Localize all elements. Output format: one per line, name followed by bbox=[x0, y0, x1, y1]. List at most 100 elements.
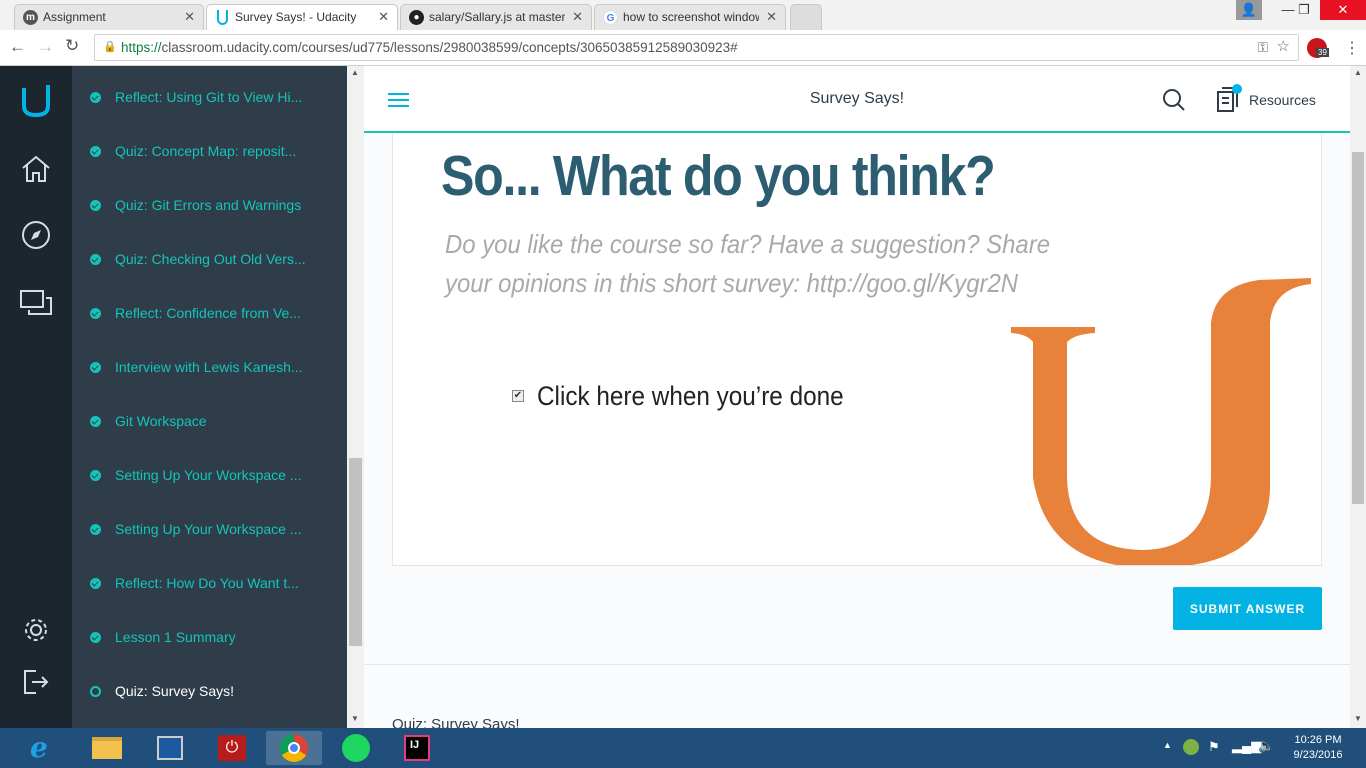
wifi-signal-icon[interactable]: ▂▄▆ bbox=[1232, 738, 1261, 754]
lesson-nav-panel: Reflect: Using Git to View Hi... Quiz: C… bbox=[72, 66, 347, 728]
url-path: classroom.udacity.com/courses/ud775/less… bbox=[161, 40, 738, 55]
new-tab-button[interactable] bbox=[790, 4, 822, 30]
submit-answer-button[interactable]: SUBMIT ANSWER bbox=[1173, 587, 1322, 630]
nav-item-label: Quiz: Git Errors and Warnings bbox=[115, 197, 302, 213]
clock[interactable]: 10:26 PM 9/23/2016 bbox=[1282, 733, 1354, 763]
back-icon[interactable]: ← bbox=[9, 37, 26, 57]
complete-check-icon bbox=[90, 308, 101, 319]
profile-icon[interactable]: 👤 bbox=[1236, 0, 1262, 20]
close-tab-icon[interactable]: ✕ bbox=[184, 5, 195, 29]
tab-title: Assignment bbox=[43, 10, 106, 24]
adblock-icon[interactable]: 39 bbox=[1307, 38, 1329, 58]
reload-icon[interactable]: ↻ bbox=[65, 36, 79, 56]
main-content: Survey Says! Resources So... What do you… bbox=[364, 66, 1350, 728]
close-tab-icon[interactable]: ✕ bbox=[378, 5, 389, 29]
done-checkbox-label[interactable]: Click here when you’re done bbox=[537, 381, 844, 412]
complete-check-icon bbox=[90, 632, 101, 643]
current-ring-icon bbox=[90, 686, 101, 697]
nav-item[interactable]: Lesson 1 Summary bbox=[72, 615, 347, 669]
nav-item[interactable]: Reflect: Using Git to View Hi... bbox=[72, 75, 347, 129]
nav-item-label: Quiz: Checking Out Old Vers... bbox=[115, 251, 306, 267]
browser-tab-strip: m Assignment ✕ Survey Says! - Udacity ✕ … bbox=[0, 0, 1366, 30]
close-tab-icon[interactable]: ✕ bbox=[572, 5, 583, 29]
search-icon[interactable] bbox=[1162, 88, 1186, 112]
tab-survey-says[interactable]: Survey Says! - Udacity ✕ bbox=[206, 4, 398, 30]
nav-item[interactable]: Setting Up Your Workspace ... bbox=[72, 453, 347, 507]
complete-check-icon bbox=[90, 146, 101, 157]
tray-app-icon[interactable] bbox=[1183, 739, 1199, 755]
scroll-up-icon[interactable]: ▲ bbox=[1354, 68, 1362, 77]
clock-time: 10:26 PM bbox=[1294, 734, 1342, 746]
network-flag-icon[interactable]: ⚑ bbox=[1208, 739, 1220, 755]
complete-check-icon bbox=[90, 524, 101, 535]
scroll-down-icon[interactable]: ▼ bbox=[1354, 714, 1362, 723]
nav-item[interactable]: Quiz: Concept Map: reposit... bbox=[72, 129, 347, 183]
nav-item[interactable]: Quiz: Checking Out Old Vers... bbox=[72, 237, 347, 291]
internet-explorer-icon[interactable]: e bbox=[16, 731, 72, 765]
complete-check-icon bbox=[90, 92, 101, 103]
sidebar-scroll-thumb[interactable] bbox=[349, 458, 362, 646]
logout-icon[interactable] bbox=[22, 669, 50, 695]
nav-item[interactable]: Git Workspace bbox=[72, 399, 347, 453]
done-checkbox[interactable]: ✔ bbox=[512, 390, 524, 402]
nav-item-current[interactable]: Quiz: Survey Says! bbox=[72, 669, 347, 723]
clock-date: 9/23/2016 bbox=[1293, 749, 1343, 761]
nav-item-label: Setting Up Your Workspace ... bbox=[115, 521, 302, 537]
nav-item-label: Quiz: Concept Map: reposit... bbox=[115, 143, 297, 159]
nav-item[interactable]: Interview with Lewis Kanesh... bbox=[72, 345, 347, 399]
complete-check-icon bbox=[90, 470, 101, 481]
resources-label[interactable]: Resources bbox=[1249, 92, 1316, 108]
extension-badge: 39 bbox=[1316, 48, 1329, 57]
classroom-header: Survey Says! Resources bbox=[364, 66, 1350, 133]
nav-item[interactable]: Reflect: How Do You Want t... bbox=[72, 561, 347, 615]
nav-item-label: Lesson 1 Summary bbox=[115, 629, 236, 645]
show-hidden-icons-icon[interactable]: ▲ bbox=[1163, 740, 1172, 750]
github-icon: ● bbox=[409, 10, 424, 25]
spotify-icon[interactable] bbox=[328, 731, 384, 765]
compass-icon[interactable] bbox=[20, 219, 52, 251]
scroll-up-icon[interactable]: ▲ bbox=[351, 68, 359, 77]
bookmark-star-icon[interactable]: ☆ bbox=[1277, 34, 1290, 59]
control-panel-icon[interactable] bbox=[142, 731, 198, 765]
nav-item-label: Git Workspace bbox=[115, 413, 207, 429]
chrome-icon[interactable] bbox=[266, 731, 322, 765]
nav-item[interactable]: Quiz: Git Errors and Warnings bbox=[72, 183, 347, 237]
tab-assignment[interactable]: m Assignment ✕ bbox=[14, 4, 204, 30]
key-icon[interactable]: ⚿ bbox=[1258, 35, 1268, 60]
tab-title: how to screenshot window bbox=[623, 10, 759, 24]
nav-item[interactable]: Reflect: Confidence from Ve... bbox=[72, 291, 347, 345]
udacity-logo-icon[interactable] bbox=[20, 82, 52, 118]
sidebar-scrollbar[interactable]: ▲ ▼ bbox=[347, 66, 364, 728]
close-tab-icon[interactable]: ✕ bbox=[766, 5, 777, 29]
tab-github[interactable]: ● salary/Sallary.js at master ✕ bbox=[400, 4, 592, 30]
file-explorer-icon[interactable] bbox=[80, 731, 136, 765]
nav-item-label: Reflect: Confidence from Ve... bbox=[115, 305, 301, 321]
tab-google[interactable]: G how to screenshot window ✕ bbox=[594, 4, 786, 30]
icon-rail bbox=[0, 66, 72, 728]
url-bar[interactable]: 🔒 https://classroom.udacity.com/courses/… bbox=[94, 34, 1299, 61]
quiz-card: So... What do you think? Do you like the… bbox=[392, 133, 1322, 566]
scroll-down-icon[interactable]: ▼ bbox=[351, 714, 359, 723]
settings-gear-icon[interactable] bbox=[22, 616, 50, 644]
main-scrollbar[interactable]: ▲ ▼ bbox=[1350, 66, 1366, 728]
udacity-icon bbox=[217, 10, 228, 25]
resources-icon[interactable] bbox=[1216, 84, 1242, 114]
udacity-logo-graphic bbox=[1011, 278, 1311, 565]
forward-icon[interactable]: → bbox=[37, 37, 54, 57]
home-icon[interactable] bbox=[20, 154, 52, 184]
nav-item[interactable]: Setting Up Your Workspace ... bbox=[72, 507, 347, 561]
power-icon[interactable]: ⏻ bbox=[204, 731, 260, 765]
intellij-icon[interactable]: IJ bbox=[390, 731, 446, 765]
main-scroll-thumb[interactable] bbox=[1352, 152, 1364, 504]
nav-item-label: Reflect: How Do You Want t... bbox=[115, 575, 299, 591]
chat-icon[interactable] bbox=[19, 288, 53, 318]
menu-kebab-icon[interactable]: ⋮ bbox=[1344, 38, 1360, 58]
quiz-heading: So... What do you think? bbox=[441, 144, 996, 208]
quiz-body-text: Do you like the course so far? Have a su… bbox=[445, 229, 1051, 298]
volume-icon[interactable]: 🔈 bbox=[1258, 738, 1274, 754]
nav-item-label: Reflect: Using Git to View Hi... bbox=[115, 89, 303, 105]
restore-button[interactable]: ❐ bbox=[1284, 0, 1324, 20]
close-window-button[interactable]: ✕ bbox=[1320, 0, 1366, 20]
moodle-icon: m bbox=[23, 10, 38, 25]
section-divider bbox=[364, 664, 1350, 665]
